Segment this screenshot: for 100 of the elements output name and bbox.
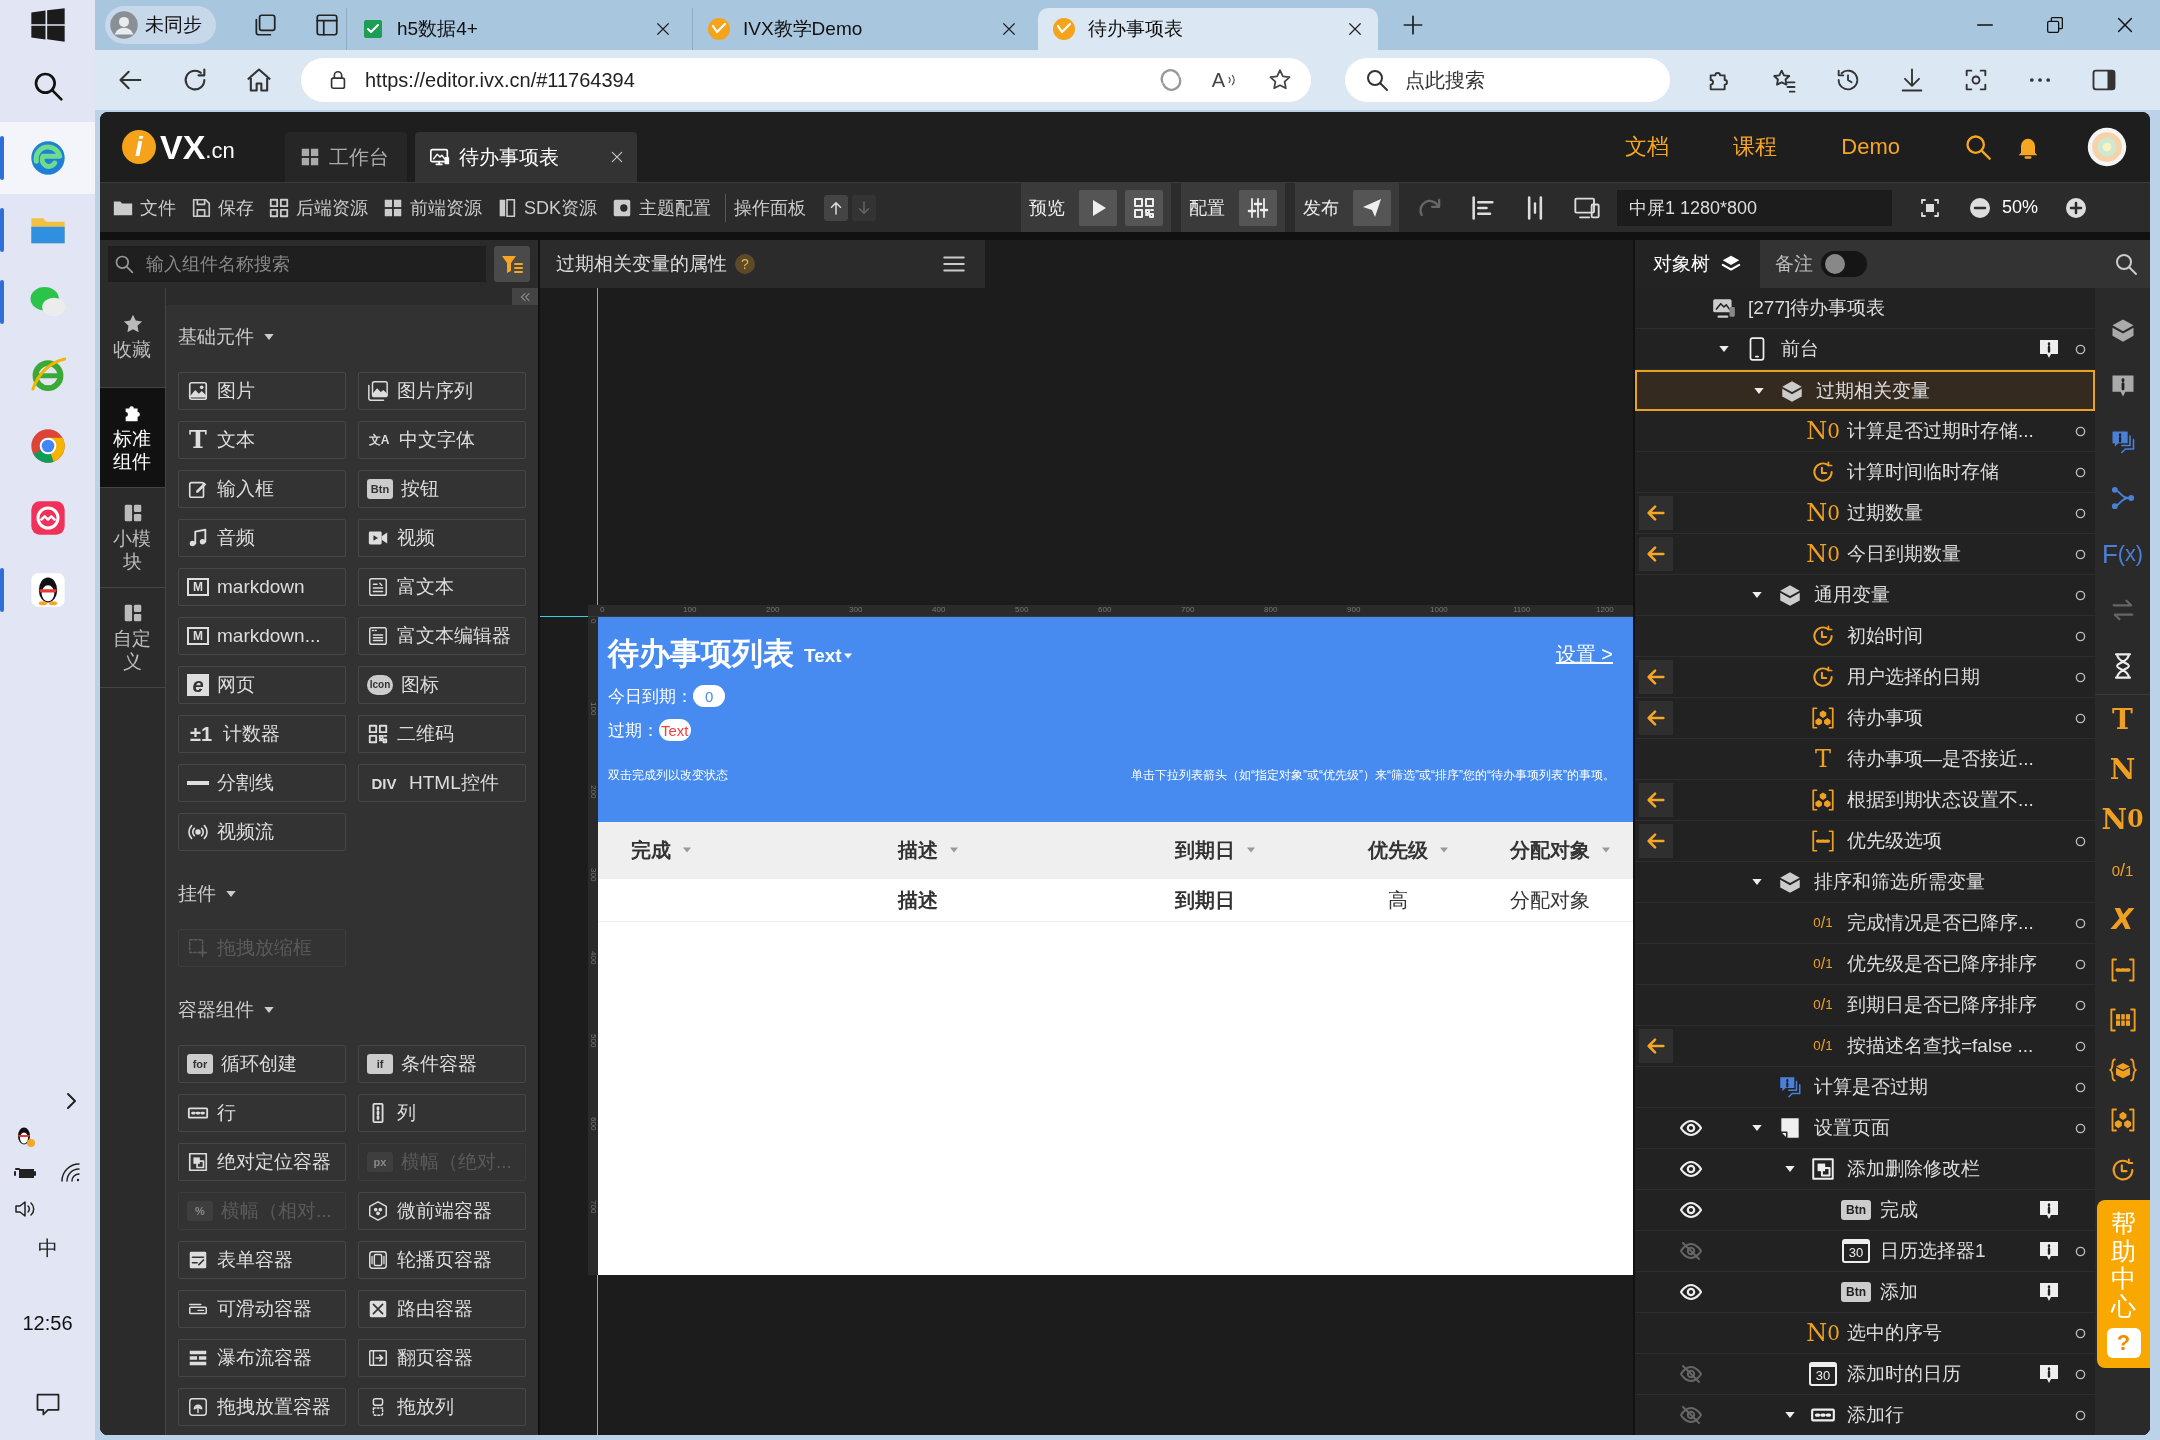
link-button[interactable] xyxy=(1639,824,1673,858)
search-field[interactable]: 点此搜索 xyxy=(1345,58,1670,102)
tree-row[interactable]: 添加行 xyxy=(1635,1395,2095,1435)
input-method-indicator[interactable]: 中 xyxy=(37,1235,58,1262)
screen-size-field[interactable]: 中屏1 1280*800 xyxy=(1617,189,1892,226)
column-header[interactable]: 到期日 xyxy=(1175,836,1368,864)
component-item[interactable]: 绝对定位容器 xyxy=(178,1143,346,1181)
component-item[interactable]: 表单容器 xyxy=(178,1241,346,1279)
toolbar-button[interactable]: SDK资源 xyxy=(496,195,597,220)
component-item[interactable]: Icon 图标 xyxy=(358,666,526,704)
component-item[interactable]: 路由容器 xyxy=(358,1290,526,1328)
tree-row[interactable]: 优先级选项 xyxy=(1635,821,2095,862)
component-item[interactable]: ±1 计数器 xyxy=(178,715,346,753)
toolbar-button[interactable]: 文件 xyxy=(112,195,176,220)
zoom-out-icon[interactable] xyxy=(1968,195,1992,220)
editor-tab[interactable]: 工作台 xyxy=(284,132,407,182)
tree-row[interactable]: Btn 添加 xyxy=(1635,1272,2095,1313)
tree-row[interactable]: 计算是否过期 xyxy=(1635,1067,2095,1108)
section-toggle[interactable]: 容器组件 xyxy=(178,986,528,1034)
column-header[interactable]: 描述 xyxy=(898,836,1175,864)
address-field[interactable]: https://editor.ivx.cn/#11764394 A xyxy=(301,58,1311,102)
component-item[interactable]: T 文本 xyxy=(178,421,346,459)
variable-icon[interactable]: X xyxy=(2111,906,2134,934)
component-item[interactable]: 行 xyxy=(178,1094,346,1132)
component-item[interactable]: for 循环创建 xyxy=(178,1045,346,1083)
tree-row[interactable]: 添加删除修改栏 xyxy=(1635,1149,2095,1190)
component-item[interactable]: e 网页 xyxy=(178,666,346,704)
component-item[interactable]: 瀑布流容器 xyxy=(178,1339,346,1377)
sidebar-tab[interactable]: 自定义 xyxy=(100,588,165,688)
toolbar-button[interactable]: 前端资源 xyxy=(382,195,482,220)
tree-row[interactable]: 通用变量 xyxy=(1635,575,2095,616)
component-item[interactable]: 可滑动容器 xyxy=(178,1290,346,1328)
eye-off-icon[interactable] xyxy=(1679,1362,1703,1386)
letter-n-icon[interactable]: N xyxy=(2109,756,2136,784)
component-item[interactable]: 微前端容器 xyxy=(358,1192,526,1230)
close-icon[interactable] xyxy=(1000,20,1018,38)
search-icon[interactable] xyxy=(1964,133,1992,161)
component-item[interactable]: 拖拽放置容器 xyxy=(178,1388,346,1426)
component-item[interactable]: 轮播页容器 xyxy=(358,1241,526,1279)
link-button[interactable] xyxy=(1639,537,1673,571)
toolbar-button[interactable]: 主题配置 xyxy=(611,195,711,220)
restore-icon[interactable] xyxy=(2044,14,2066,36)
filter-button[interactable] xyxy=(494,246,530,282)
component-item[interactable]: 图片 xyxy=(178,372,346,410)
column-header[interactable]: 分配对象 xyxy=(1510,836,1633,864)
link-button[interactable] xyxy=(1639,701,1673,735)
tabs-icon[interactable] xyxy=(252,12,278,38)
component-item[interactable]: Btn 按钮 xyxy=(358,470,526,508)
browser-tab[interactable]: 待办事项表 xyxy=(1038,8,1378,50)
component-item[interactable]: M markdown xyxy=(178,568,346,606)
component-item[interactable]: 视频流 xyxy=(178,813,346,851)
url-text[interactable]: https://editor.ivx.cn/#11764394 xyxy=(365,68,635,92)
toggle-switch[interactable] xyxy=(1821,251,1867,277)
tree-row[interactable]: 30 日历选择器1 xyxy=(1635,1231,2095,1272)
icon-button[interactable] xyxy=(1239,189,1277,226)
search-field[interactable]: 输入组件名称搜索 xyxy=(108,246,486,282)
component-item[interactable]: 文A 中文字体 xyxy=(358,421,526,459)
component-item[interactable]: 音频 xyxy=(178,519,346,557)
component-item[interactable]: 富文本编辑器 xyxy=(358,617,526,655)
toolbar-button[interactable]: 后端资源 xyxy=(268,195,368,220)
properties-tab[interactable]: 过期相关变量的属性 ? xyxy=(540,240,985,288)
component-item[interactable]: if 条件容器 xyxy=(358,1045,526,1083)
link-button[interactable] xyxy=(1639,1029,1673,1063)
tab-panel-icon[interactable] xyxy=(314,12,340,38)
wifi-icon[interactable] xyxy=(58,1161,83,1185)
icon-button[interactable] xyxy=(1125,189,1163,226)
tree-row[interactable]: 待办事项 xyxy=(1635,698,2095,739)
sidebar-tab[interactable]: 标准组件 xyxy=(100,388,165,488)
tree-row[interactable]: 用户选择的日期 xyxy=(1635,657,2095,698)
search-icon[interactable] xyxy=(2114,252,2138,276)
help-badge[interactable]: ? xyxy=(735,254,755,274)
braces-box-icon[interactable] xyxy=(2108,1056,2137,1084)
header-link[interactable]: Demo xyxy=(1841,134,1900,160)
zoom-in-icon[interactable] xyxy=(2064,195,2089,220)
column-header[interactable]: 完成 xyxy=(598,836,898,864)
toolbar-button[interactable]: 保存 xyxy=(190,195,254,220)
link-button[interactable] xyxy=(1639,496,1673,530)
component-item[interactable]: M markdown... xyxy=(178,617,346,655)
icon-button[interactable] xyxy=(1353,189,1391,226)
section-toggle[interactable]: 基础元件 xyxy=(178,313,528,361)
component-item[interactable]: 列 xyxy=(358,1094,526,1132)
tree-row[interactable]: 过期相关变量 xyxy=(1635,370,2095,411)
bracket-grid-icon[interactable] xyxy=(2108,1006,2137,1034)
component-item[interactable]: 分割线 xyxy=(178,764,346,802)
icon-button[interactable] xyxy=(1079,189,1117,226)
editor-tab[interactable]: 待办事项表 xyxy=(414,132,637,182)
profile-button[interactable]: 未同步 xyxy=(105,6,216,44)
link-button[interactable] xyxy=(1639,660,1673,694)
tree-row[interactable]: 设置页面 xyxy=(1635,1108,2095,1149)
clock-time[interactable]: 12:56 xyxy=(22,1312,73,1335)
sidebar-tab[interactable]: 小模块 xyxy=(100,488,165,588)
component-item[interactable]: 视频 xyxy=(358,519,526,557)
tree-row[interactable]: 排序和筛选所需变量 xyxy=(1635,862,2095,903)
tree-row[interactable]: T 待办事项—是否接近... xyxy=(1635,739,2095,780)
component-item[interactable]: 图片序列 xyxy=(358,372,526,410)
component-item[interactable]: 拖放列 xyxy=(358,1388,526,1426)
close-icon[interactable] xyxy=(654,20,672,38)
tree-row[interactable]: 30 添加时的日历 xyxy=(1635,1354,2095,1395)
header-link[interactable]: 课程 xyxy=(1733,132,1778,162)
component-item[interactable]: 翻页容器 xyxy=(358,1339,526,1377)
